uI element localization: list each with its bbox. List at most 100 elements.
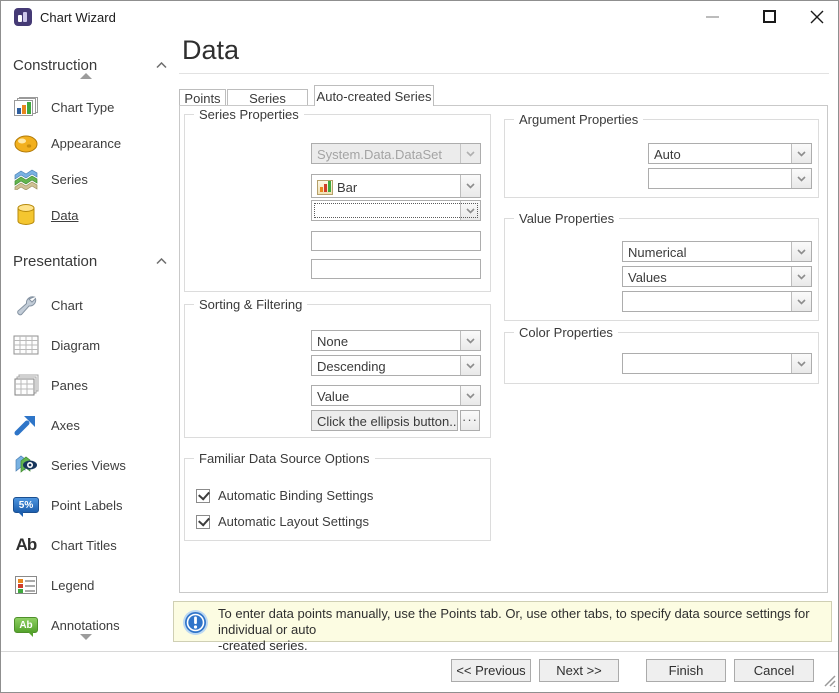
series-views-icon	[11, 452, 41, 478]
group-title: Sorting & Filtering	[194, 297, 307, 312]
automatic-binding-checkbox[interactable]: Automatic Binding Settings	[196, 488, 373, 503]
data-filters-ellipsis-button[interactable]: ···	[460, 410, 480, 431]
section-header-construction[interactable]: Construction	[13, 55, 167, 75]
section-header-presentation[interactable]: Presentation	[13, 251, 167, 271]
sidebar-item-legend[interactable]: Legend	[11, 572, 171, 598]
sort-points-by-combo[interactable]: Value	[311, 385, 481, 406]
axes-icon	[11, 412, 41, 438]
close-button[interactable]	[794, 1, 839, 32]
sidebar-item-chart-titles[interactable]: Ab Chart Titles	[11, 532, 171, 558]
chevron-down-icon	[791, 242, 811, 261]
sidebar-item-label: Chart Titles	[51, 538, 117, 553]
combo-value	[623, 354, 791, 373]
tab-points[interactable]: Points	[179, 89, 226, 106]
color-combo[interactable]	[622, 353, 812, 374]
combo-value: Values	[623, 267, 791, 286]
page-title: Data	[182, 35, 239, 66]
combo-value	[312, 201, 460, 220]
name-suffix-input[interactable]	[311, 259, 481, 279]
view-type-combo[interactable]: Bar	[311, 174, 481, 198]
cancel-button[interactable]: Cancel	[734, 659, 814, 682]
wrench-icon	[11, 292, 41, 318]
automatic-layout-checkbox[interactable]: Automatic Layout Settings	[196, 514, 369, 529]
sidebar-item-label: Panes	[51, 378, 88, 393]
minimize-button[interactable]	[689, 1, 735, 32]
wizard-sidebar: Construction Chart Type Appearance	[1, 33, 179, 646]
sidebar-item-point-labels[interactable]: 5% Point Labels	[11, 492, 171, 518]
previous-button[interactable]: << Previous	[451, 659, 531, 682]
argument-scale-type-combo[interactable]: Auto	[648, 143, 812, 164]
sidebar-item-series[interactable]: Series	[11, 166, 171, 192]
sidebar-item-panes[interactable]: Panes	[11, 372, 171, 398]
series-sort-combo[interactable]: None	[311, 330, 481, 351]
resize-grip[interactable]	[823, 674, 836, 690]
info-text-line1: To enter data points manually, use the P…	[218, 606, 818, 638]
combo-value: Auto	[649, 144, 791, 163]
name-prefix-input[interactable]	[311, 231, 481, 251]
checkbox-label: Automatic Binding Settings	[218, 488, 373, 503]
chevron-down-icon	[460, 201, 480, 220]
sidebar-item-chart-type[interactable]: Chart Type	[11, 94, 171, 120]
series-combo[interactable]	[311, 200, 481, 221]
tab-label: Points	[184, 91, 220, 106]
sidebar-item-axes[interactable]: Axes	[11, 412, 171, 438]
section-label: Construction	[13, 57, 97, 74]
ellipsis-icon: ···	[462, 412, 478, 427]
section-label: Presentation	[13, 253, 97, 270]
chevron-up-icon	[156, 62, 167, 69]
sidebar-item-label: Legend	[51, 578, 94, 593]
tab-series-binding[interactable]: Series Binding	[227, 89, 308, 106]
value-combo[interactable]	[622, 291, 812, 312]
chevron-down-icon	[791, 292, 811, 311]
sidebar-item-data[interactable]: Data	[11, 202, 171, 228]
data-filters-field: Click the ellipsis button...	[311, 410, 458, 431]
combo-value: Bar	[337, 180, 357, 195]
field-value: Click the ellipsis button...	[312, 411, 457, 430]
sidebar-item-label: Chart	[51, 298, 83, 313]
annotations-glyph: Ab	[19, 620, 32, 631]
chevron-down-icon	[791, 354, 811, 373]
appearance-icon	[11, 130, 41, 156]
sidebar-item-label: Diagram	[51, 338, 100, 353]
maximize-button[interactable]	[746, 1, 792, 32]
finish-button[interactable]: Finish	[646, 659, 726, 682]
checkbox-checked-icon	[196, 515, 210, 529]
combo-value: Numerical	[623, 242, 791, 261]
window-title: Chart Wizard	[40, 10, 116, 25]
minimize-icon	[706, 16, 719, 18]
chevron-down-icon	[460, 175, 480, 197]
sidebar-scroll-down-icon[interactable]	[80, 634, 92, 640]
info-icon	[182, 609, 209, 639]
sidebar-item-label: Data	[51, 208, 78, 223]
tab-label: Auto-created Series	[317, 89, 432, 104]
close-icon	[810, 10, 824, 24]
checkbox-label: Automatic Layout Settings	[218, 514, 369, 529]
point-sort-combo[interactable]: Descending	[311, 355, 481, 376]
sidebar-item-label: Annotations	[51, 618, 120, 633]
chart-titles-icon: Ab	[11, 532, 41, 558]
next-button[interactable]: Next >>	[539, 659, 619, 682]
group-title: Value Properties	[514, 211, 619, 226]
value-scale-type-combo[interactable]: Numerical	[622, 241, 812, 262]
heading-divider	[179, 73, 829, 74]
argument-combo[interactable]	[648, 168, 812, 189]
sidebar-item-chart[interactable]: Chart	[11, 292, 171, 318]
chevron-up-icon	[156, 258, 167, 265]
group-title: Series Properties	[194, 107, 304, 122]
combo-value: System.Data.DataSet	[312, 144, 460, 163]
title-bar: Chart Wizard	[1, 1, 838, 33]
binding-mode-combo[interactable]: Values	[622, 266, 812, 287]
sidebar-item-appearance[interactable]: Appearance	[11, 130, 171, 156]
sidebar-item-series-views[interactable]: Series Views	[11, 452, 171, 478]
chevron-down-icon	[460, 144, 480, 163]
sidebar-item-label: Chart Type	[51, 100, 114, 115]
legend-icon	[11, 572, 41, 598]
tab-auto-created-series[interactable]: Auto-created Series	[314, 85, 434, 106]
bar-view-icon	[317, 180, 333, 195]
sidebar-item-label: Appearance	[51, 136, 121, 151]
sidebar-item-diagram[interactable]: Diagram	[11, 332, 171, 358]
chevron-down-icon	[791, 169, 811, 188]
combo-value	[623, 292, 791, 311]
chart-wizard-dialog: Chart Wizard Construction Chart Type App…	[0, 0, 839, 693]
datasource-combo: System.Data.DataSet	[311, 143, 481, 164]
